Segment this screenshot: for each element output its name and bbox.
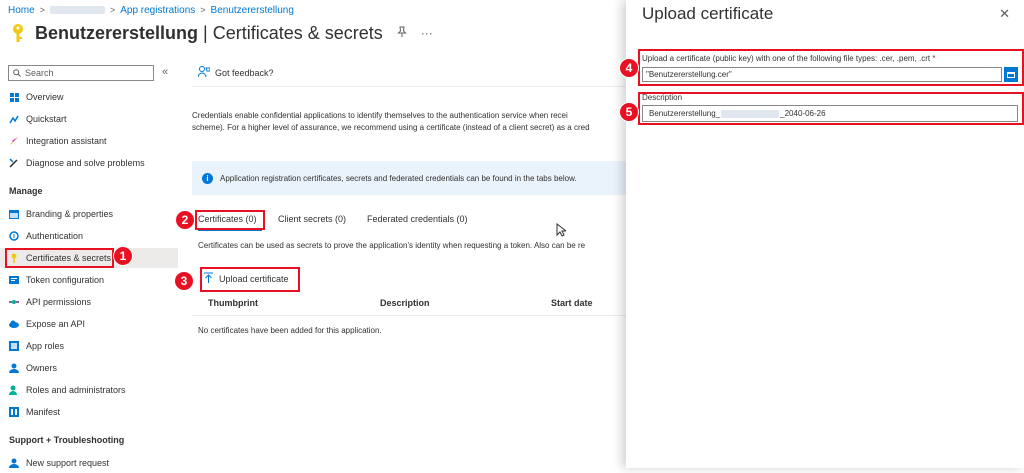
sidebar-item-label: Branding & properties: [26, 209, 114, 219]
token-icon: [9, 275, 19, 285]
rocket-icon: [9, 136, 19, 146]
cloud-icon: [9, 319, 19, 329]
pin-icon[interactable]: [397, 26, 407, 41]
sidebar-item-label: App roles: [26, 341, 65, 351]
manifest-icon: [9, 407, 19, 417]
upload-certificate-panel: Upload certificate ✕ Upload a certificat…: [626, 0, 1024, 468]
tab-federated-credentials[interactable]: Federated credentials (0): [367, 214, 468, 224]
feedback-button[interactable]: Got feedback?: [197, 66, 274, 80]
tab-client-secrets[interactable]: Client secrets (0): [278, 214, 346, 224]
key-icon: [10, 23, 26, 43]
annotation-badge-1: 1: [113, 246, 133, 266]
page-title: Benutzererstellung | Certificates & secr…: [35, 22, 383, 43]
annotation-box-3: [200, 267, 300, 292]
breadcrumb-redacted: [49, 6, 105, 14]
tab-description: Certificates can be used as secrets to p…: [198, 241, 586, 250]
annotation-badge-4: 4: [619, 58, 639, 78]
authentication-icon: [9, 231, 19, 241]
roles-icon: [9, 385, 19, 395]
close-icon[interactable]: ✕: [999, 6, 1010, 22]
sidebar-item-label: Quickstart: [26, 114, 67, 124]
column-header-thumbprint[interactable]: Thumbprint: [208, 298, 258, 308]
sidebar-item-owners[interactable]: Owners: [0, 358, 178, 378]
quickstart-icon: [9, 114, 19, 124]
breadcrumb-separator: >: [200, 5, 206, 15]
branding-icon: [9, 209, 19, 219]
sidebar-item-label: Expose an API: [26, 319, 86, 329]
sidebar-item-label: Authentication: [26, 231, 84, 241]
sidebar-item-label: Roles and administrators: [26, 385, 126, 395]
support-icon: [9, 458, 19, 468]
annotation-badge-5: 5: [619, 102, 639, 122]
more-options-icon[interactable]: ···: [421, 26, 433, 40]
owners-icon: [9, 363, 19, 373]
api-permissions-icon: [9, 297, 19, 307]
sidebar-item-integration-assistant[interactable]: Integration assistant: [0, 131, 178, 151]
info-text: Application registration certificates, s…: [220, 173, 577, 183]
sidebar-item-app-roles[interactable]: App roles: [0, 336, 178, 356]
mouse-cursor-icon: [556, 222, 568, 240]
sidebar-section-manage: Manage: [9, 186, 43, 196]
sidebar-item-label: API permissions: [26, 297, 92, 307]
search-icon: [13, 69, 21, 77]
sidebar-item-label: Integration assistant: [26, 136, 107, 146]
annotation-badge-2: 2: [175, 210, 195, 230]
feedback-icon: [197, 66, 211, 80]
breadcrumb-current[interactable]: Benutzererstellung: [211, 5, 294, 16]
divider: [192, 86, 626, 87]
annotation-box-4: [638, 49, 1024, 86]
sidebar-item-diagnose[interactable]: Diagnose and solve problems: [0, 153, 178, 173]
search-placeholder: Search: [25, 68, 54, 78]
annotation-box-5: [638, 92, 1024, 125]
sidebar-item-token-configuration[interactable]: Token configuration: [0, 270, 178, 290]
sidebar-item-new-support-request[interactable]: New support request: [0, 453, 178, 473]
info-banner: i Application registration certificates,…: [192, 161, 626, 195]
column-header-start-date[interactable]: Start date: [551, 298, 593, 308]
sidebar-item-quickstart[interactable]: Quickstart: [0, 109, 178, 129]
sidebar-item-authentication[interactable]: Authentication: [0, 226, 178, 246]
breadcrumb-separator: >: [109, 5, 116, 15]
collapse-sidebar-icon[interactable]: «: [162, 66, 168, 78]
overview-icon: [9, 92, 19, 102]
breadcrumb-separator: >: [39, 5, 45, 15]
sidebar-item-branding[interactable]: Branding & properties: [0, 204, 178, 224]
breadcrumb: Home > > App registrations > Benutzerers…: [8, 3, 294, 17]
sidebar-item-manifest[interactable]: Manifest: [0, 402, 178, 422]
title-row: Benutzererstellung | Certificates & secr…: [10, 20, 433, 46]
info-icon: i: [202, 172, 213, 184]
wrench-icon: [9, 158, 19, 168]
sidebar-item-expose-api[interactable]: Expose an API: [0, 314, 178, 334]
table-header-divider: [192, 315, 626, 316]
breadcrumb-home[interactable]: Home: [8, 5, 35, 16]
column-header-description[interactable]: Description: [380, 298, 430, 308]
sidebar-item-label: Diagnose and solve problems: [26, 158, 145, 168]
sidebar-item-api-permissions[interactable]: API permissions: [0, 292, 178, 312]
feedback-label: Got feedback?: [215, 68, 274, 78]
panel-title: Upload certificate: [642, 4, 774, 23]
annotation-box-1: [5, 248, 114, 268]
annotation-box-2: [195, 210, 265, 230]
sidebar-section-support: Support + Troubleshooting: [9, 435, 125, 445]
sidebar-search-input[interactable]: Search: [8, 65, 154, 81]
annotation-badge-3: 3: [174, 271, 194, 291]
sidebar-item-label: Owners: [26, 363, 58, 373]
empty-table-message: No certificates have been added for this…: [198, 326, 382, 335]
sidebar-item-roles-administrators[interactable]: Roles and administrators: [0, 380, 178, 400]
sidebar-item-label: Manifest: [26, 407, 61, 417]
sidebar-item-label: Token configuration: [26, 275, 105, 285]
breadcrumb-app-registrations[interactable]: App registrations: [120, 5, 195, 16]
sidebar-item-overview[interactable]: Overview: [0, 87, 178, 107]
credentials-description: Credentials enable confidential applicat…: [192, 111, 590, 132]
app-roles-icon: [9, 341, 19, 351]
sidebar-item-label: New support request: [26, 458, 110, 468]
sidebar-item-label: Overview: [26, 92, 64, 102]
